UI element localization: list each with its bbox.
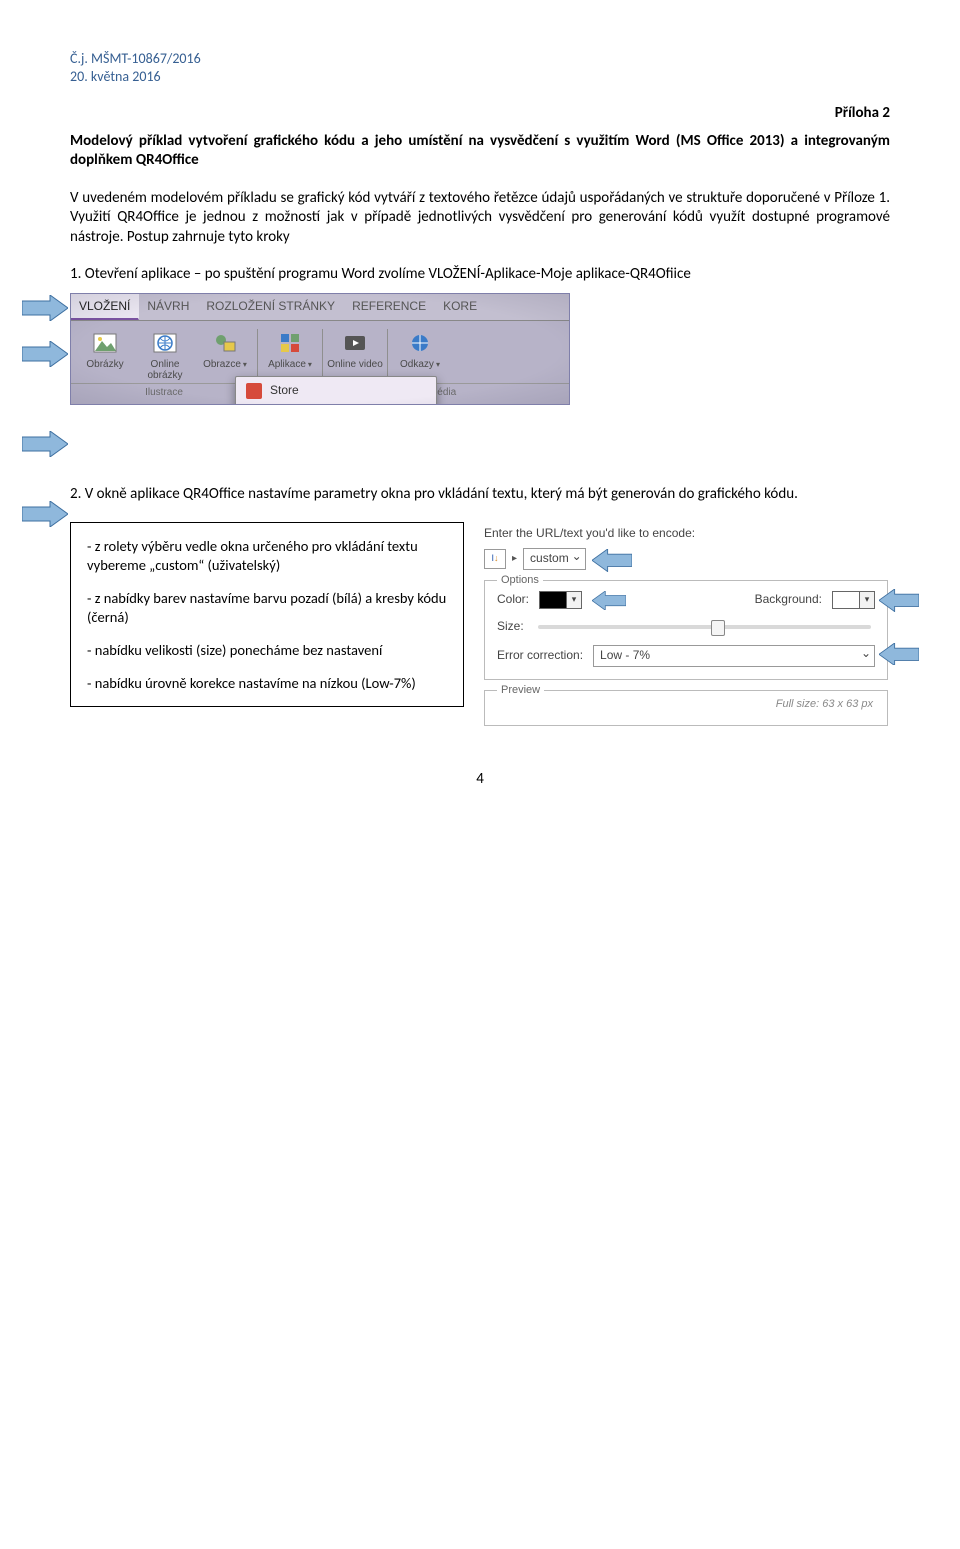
chevron-down-icon: ▾ (567, 591, 582, 609)
size-label: Size: (497, 619, 524, 635)
options-legend: Options (497, 573, 543, 587)
btn-obrazce[interactable]: Obrazce▾ (195, 327, 255, 372)
encode-row: I↓ ▸ custom (484, 548, 888, 570)
group-separator (257, 329, 258, 381)
error-select[interactable]: Low - 7% (593, 645, 875, 667)
callout-arrow-icon (22, 431, 68, 457)
step-2: 2. V okně aplikace QR4Office nastavíme p… (70, 485, 890, 505)
callout-arrow-icon (22, 501, 68, 527)
doc-title: Modelový příklad vytvoření grafického kó… (70, 132, 890, 171)
tab-navrh[interactable]: NÁVRH (139, 294, 198, 320)
menu-label: Store (270, 383, 299, 399)
instr-2: - z nabídky barev nastavíme barvu pozadí… (87, 589, 447, 627)
lower-columns: - z rolety výběru vedle okna určeného pr… (70, 522, 890, 739)
tab-vlozeni[interactable]: VLOŽENÍ (71, 294, 139, 320)
step-1: 1. Otevření aplikace – po spuštění progr… (70, 265, 890, 285)
btn-odkazy[interactable]: Odkazy▾ (390, 327, 450, 372)
shapes-icon (211, 329, 239, 357)
fullsize-label: Full size: 63 x 63 px (495, 697, 873, 711)
btn-label: Obrázky (86, 359, 123, 370)
callout-arrow-icon (592, 591, 626, 609)
tab-kore[interactable]: KORE (435, 294, 486, 320)
ribbon-buttons-row: Obrázky Online obrázky Obrazce▾ Aplikace… (71, 321, 569, 383)
btn-label: Online obrázky (135, 359, 195, 381)
apps-icon (276, 329, 304, 357)
btn-obrazky[interactable]: Obrázky (75, 327, 135, 372)
callout-arrow-icon (592, 549, 632, 569)
btn-label: Aplikace▾ (268, 359, 312, 370)
online-video-icon (341, 329, 369, 357)
callout-arrow-icon (879, 589, 919, 609)
apps-dropdown: Store Moje aplikace ▸ Nedávno použité ap… (235, 376, 437, 405)
select-value: custom (530, 551, 569, 567)
callout-arrow-icon (22, 295, 68, 321)
group-ilustrace: Ilustrace (71, 384, 257, 404)
preview-legend: Preview (497, 683, 544, 697)
online-pictures-icon (151, 329, 179, 357)
protocol-icon[interactable]: I↓ (484, 549, 506, 569)
doc-header: Č.j. MŠMT-10867/2016 20. května 2016 (70, 50, 890, 86)
chevron-right-icon: ▸ (512, 552, 517, 565)
instr-4: - nabídku úrovně korekce nastavíme na ní… (87, 674, 447, 693)
ribbon: VLOŽENÍ NÁVRH ROZLOŽENÍ STRÁNKY REFERENC… (70, 293, 570, 405)
instr-1: - z rolety výběru vedle okna určeného pr… (87, 537, 447, 575)
btn-online-video[interactable]: Online video (325, 327, 385, 372)
btn-online-obrazky[interactable]: Online obrázky (135, 327, 195, 383)
error-row: Error correction: Low - 7% (497, 645, 875, 667)
color-picker[interactable]: ▾ (539, 591, 582, 609)
doc-date: 20. května 2016 (70, 68, 890, 86)
page-number: 4 (70, 770, 890, 790)
instructions-box: - z rolety výběru vedle okna určeného pr… (70, 522, 464, 707)
word-ribbon-screenshot: VLOŽENÍ NÁVRH ROZLOŽENÍ STRÁNKY REFERENC… (70, 293, 570, 405)
menu-store[interactable]: Store (236, 377, 436, 405)
store-icon (246, 383, 262, 399)
qr4office-panel: Enter the URL/text you'd like to encode:… (482, 522, 890, 739)
chevron-down-icon: ▾ (860, 591, 875, 609)
error-label: Error correction: (497, 648, 583, 664)
background-picker[interactable]: ▾ (832, 591, 875, 609)
preview-fieldset: Preview Full size: 63 x 63 px (484, 690, 888, 726)
color-row: Color: ▾ Background: ▾ (497, 591, 875, 609)
links-icon (406, 329, 434, 357)
size-slider[interactable] (538, 625, 871, 629)
black-swatch (539, 591, 567, 609)
pictures-icon (91, 329, 119, 357)
custom-select[interactable]: custom (523, 548, 586, 570)
tab-reference[interactable]: REFERENCE (344, 294, 435, 320)
group-separator (387, 329, 388, 381)
callout-arrow-icon (22, 341, 68, 367)
ribbon-tabs: VLOŽENÍ NÁVRH ROZLOŽENÍ STRÁNKY REFERENC… (71, 294, 569, 321)
white-swatch (832, 591, 860, 609)
intro-paragraph: V uvedeném modelovém příkladu se grafick… (70, 189, 890, 248)
tab-rozlozeni[interactable]: ROZLOŽENÍ STRÁNKY (198, 294, 344, 320)
select-value: Low - 7% (600, 648, 650, 664)
group-separator (322, 329, 323, 381)
options-fieldset: Options Color: ▾ Background: ▾ Size: Err… (484, 580, 888, 680)
callout-arrow-icon (879, 643, 919, 663)
btn-label: Odkazy▾ (400, 359, 440, 370)
instr-3: - nabídku velikosti (size) ponecháme bez… (87, 641, 447, 660)
color-label: Color: (497, 592, 529, 608)
slider-thumb[interactable] (711, 620, 725, 636)
doc-ref: Č.j. MŠMT-10867/2016 (70, 50, 890, 68)
btn-label: Online video (327, 359, 383, 370)
attachment-label: Příloha 2 (70, 104, 890, 124)
btn-label: Obrazce▾ (203, 359, 247, 370)
size-row: Size: (497, 619, 875, 635)
btn-aplikace[interactable]: Aplikace▾ (260, 327, 320, 372)
panel-prompt: Enter the URL/text you'd like to encode: (484, 526, 888, 542)
background-label: Background: (755, 592, 822, 608)
